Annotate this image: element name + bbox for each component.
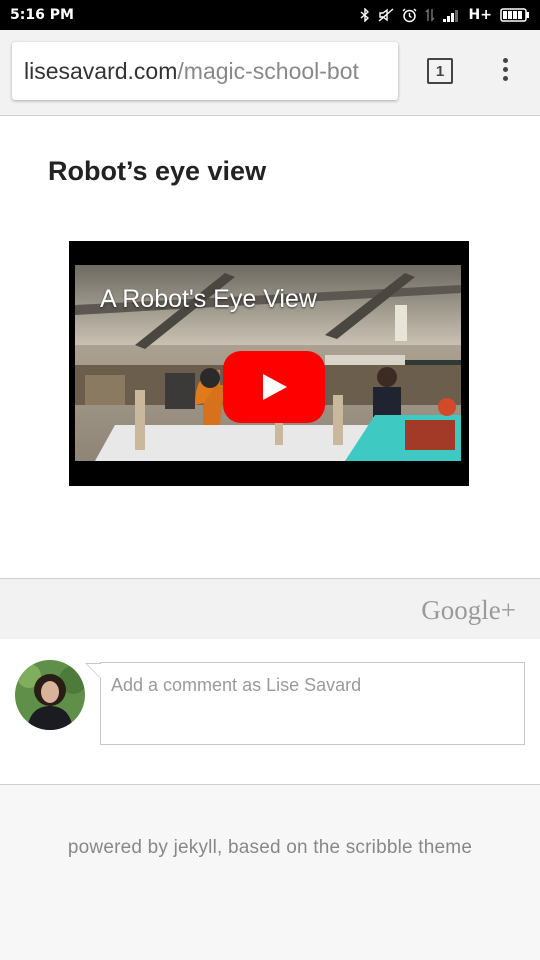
video-embed[interactable]: A Robot's Eye View [69,241,469,486]
mute-icon [378,8,394,22]
video-thumbnail[interactable]: A Robot's Eye View [75,265,461,461]
signal-icon [442,9,458,22]
url-path: /magic-school-bot [177,57,359,84]
comment-section: Add a comment as Lise Savard [0,639,540,785]
data-arrows-icon [425,8,435,22]
alarm-icon [402,8,417,22]
status-icons: H+ [360,7,530,23]
more-vert-icon[interactable] [500,58,510,86]
bluetooth-icon [360,8,369,22]
google-plus-bar: Google+ [0,578,540,639]
footer-text: powered by jekyll, based on the scribble… [67,837,473,858]
footer: powered by jekyll, based on the scribble… [0,785,540,960]
status-time: 5:16 PM [10,7,74,23]
video-title: A Robot's Eye View [100,285,317,313]
google-plus-logo: Google+ [421,595,516,625]
status-bar: 5:16 PM H+ [0,0,540,30]
url-bar[interactable]: lisesavard.com/magic-school-bot [12,42,398,100]
comment-pointer-inner [87,664,101,678]
comment-input[interactable]: Add a comment as Lise Savard [100,662,525,745]
avatar [15,660,85,730]
tab-switcher-button[interactable]: 1 [427,58,453,84]
comment-placeholder: Add a comment as Lise Savard [111,675,362,695]
url-host: lisesavard.com [24,57,178,84]
post-content: Robot’s eye view A Robot's Eye View [0,116,540,578]
play-icon [263,374,287,400]
post-title: Robot’s eye view [48,156,267,186]
browser-toolbar: lisesavard.com/magic-school-bot 1 [0,30,540,116]
play-button[interactable] [223,351,325,423]
tab-count-label: 1 [435,62,445,80]
network-type: H+ [468,7,492,23]
battery-icon [500,8,529,22]
